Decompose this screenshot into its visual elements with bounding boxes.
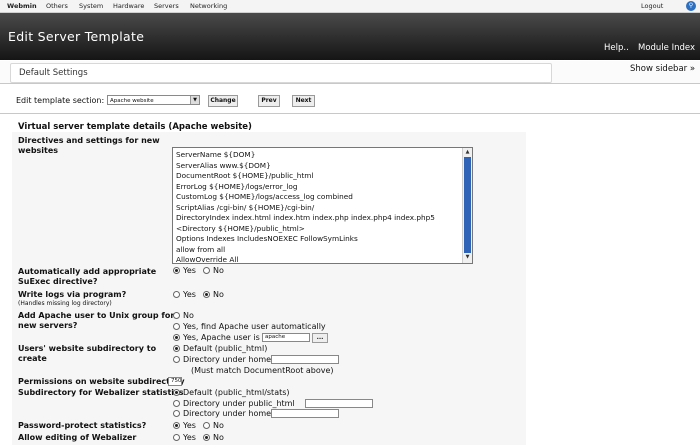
chevron-down-icon: ▼ bbox=[190, 96, 199, 104]
webalizer-subdir-label: Subdirectory for Webalizer statistics bbox=[18, 388, 184, 397]
write-logs-no-label: No bbox=[213, 290, 224, 299]
directive-line: AllowOverride All bbox=[176, 255, 239, 264]
website-subdir-default-label: Default (public_html) bbox=[183, 344, 268, 353]
help-link[interactable]: Help.. bbox=[604, 43, 629, 53]
apache-group-no-radio[interactable] bbox=[173, 312, 180, 319]
scroll-down-icon[interactable]: ▼ bbox=[464, 254, 471, 261]
suexec-no-radio[interactable] bbox=[203, 267, 210, 274]
website-subdir-dir-label: Directory under home bbox=[183, 355, 272, 364]
logout-link[interactable]: Logout bbox=[641, 2, 663, 10]
directive-line: ScriptAlias /cgi-bin/ ${HOME}/cgi-bin/ bbox=[176, 202, 315, 212]
write-logs-no-radio[interactable] bbox=[203, 291, 210, 298]
nav-networking[interactable]: Networking bbox=[190, 2, 227, 10]
suexec-yes-radio[interactable] bbox=[173, 267, 180, 274]
webalizer-edit-no-label: No bbox=[213, 433, 224, 442]
webalizer-home-label: Directory under home bbox=[183, 409, 272, 418]
default-settings-box: Default Settings bbox=[10, 63, 552, 83]
apache-group-user-label: Yes, Apache user is bbox=[183, 333, 260, 342]
show-sidebar-link[interactable]: Show sidebar » bbox=[630, 64, 695, 74]
webalizer-edit-no-radio[interactable] bbox=[203, 434, 210, 441]
prev-button[interactable]: Prev bbox=[258, 95, 280, 107]
suexec-no-label: No bbox=[213, 266, 224, 275]
password-protect-no-radio[interactable] bbox=[203, 422, 210, 429]
directive-line: ServerName ${DOM} bbox=[176, 150, 256, 159]
browse-user-button[interactable]: ... bbox=[312, 333, 328, 343]
website-subdir-label-2: create bbox=[18, 354, 47, 363]
apache-group-user-radio[interactable] bbox=[173, 334, 180, 341]
nav-others[interactable]: Others bbox=[46, 2, 68, 10]
directive-line: ErrorLog ${HOME}/logs/error_log bbox=[176, 181, 298, 191]
directive-line: CustomLog ${HOME}/logs/access_log combin… bbox=[176, 192, 353, 201]
password-protect-yes-label: Yes bbox=[183, 421, 196, 430]
scrollbar-thumb[interactable] bbox=[464, 157, 471, 253]
webalizer-public-radio[interactable] bbox=[173, 400, 180, 407]
permissions-label: Permissions on website subdirectory bbox=[18, 377, 185, 386]
write-logs-label: Write logs via program? bbox=[18, 290, 127, 299]
website-subdir-label-1: Users' website subdirectory to bbox=[18, 344, 157, 353]
directive-line: ServerAlias www.${DOM} bbox=[176, 160, 271, 170]
divider bbox=[0, 113, 700, 114]
next-button[interactable]: Next bbox=[292, 95, 315, 107]
webalizer-default-label: Default (public_html/stats) bbox=[183, 388, 290, 397]
change-button[interactable]: Change bbox=[208, 95, 238, 107]
directives-label-2: websites bbox=[18, 146, 59, 155]
settings-bar: Default Settings Show sidebar » bbox=[0, 61, 700, 84]
apache-group-label-1: Add Apache user to Unix group for bbox=[18, 311, 175, 320]
page-title: Edit Server Template bbox=[8, 29, 145, 44]
section-select[interactable]: Apache website ▼ bbox=[107, 95, 200, 105]
webalizer-home-radio[interactable] bbox=[173, 410, 180, 417]
directives-textarea[interactable]: ServerName ${DOM} ServerAlias www.${DOM}… bbox=[172, 147, 473, 264]
website-subdir-input[interactable] bbox=[271, 355, 339, 364]
directives-label-1: Directives and settings for new bbox=[18, 136, 160, 145]
nav-webmin[interactable]: Webmin bbox=[7, 2, 37, 10]
textarea-scrollbar[interactable]: ▲ ▼ bbox=[462, 148, 472, 263]
apache-group-no-label: No bbox=[183, 311, 194, 320]
webalizer-edit-label: Allow editing of Webalizer bbox=[18, 433, 137, 442]
section-label: Edit template section: bbox=[16, 96, 105, 105]
details-heading: Virtual server template details (Apache … bbox=[18, 122, 252, 132]
directive-line: Options Indexes IncludesNOEXEC FollowSym… bbox=[176, 234, 358, 243]
password-protect-no-label: No bbox=[213, 421, 224, 430]
default-settings-label: Default Settings bbox=[19, 68, 88, 78]
webalizer-public-input[interactable] bbox=[305, 399, 373, 408]
module-index-link[interactable]: Module Index bbox=[638, 43, 695, 53]
directive-line: <Directory ${HOME}/public_html> bbox=[176, 223, 305, 233]
webalizer-edit-yes-label: Yes bbox=[183, 433, 196, 442]
suexec-yes-label: Yes bbox=[183, 266, 196, 275]
webalizer-default-radio[interactable] bbox=[173, 389, 180, 396]
website-subdir-default-radio[interactable] bbox=[173, 345, 180, 352]
nav-servers[interactable]: Servers bbox=[154, 2, 179, 10]
webalizer-public-label: Directory under public_html bbox=[183, 399, 295, 408]
write-logs-sublabel: (Handles missing log directory) bbox=[18, 300, 112, 307]
nav-hardware[interactable]: Hardware bbox=[113, 2, 144, 10]
website-subdir-dir-radio[interactable] bbox=[173, 356, 180, 363]
password-protect-yes-radio[interactable] bbox=[173, 422, 180, 429]
write-logs-yes-radio[interactable] bbox=[173, 291, 180, 298]
nav-system[interactable]: System bbox=[79, 2, 103, 10]
apache-group-label-2: new servers? bbox=[18, 321, 78, 330]
permissions-input[interactable]: 750 bbox=[168, 377, 182, 386]
suexec-label-2: SuExec directive? bbox=[18, 277, 98, 286]
directive-line: DirectoryIndex index.html index.htm inde… bbox=[176, 213, 435, 222]
suexec-label-1: Automatically add appropriate bbox=[18, 267, 157, 276]
webalizer-edit-yes-radio[interactable] bbox=[173, 434, 180, 441]
directive-line: DocumentRoot ${HOME}/public_html bbox=[176, 171, 314, 180]
search-icon[interactable]: ⚲ bbox=[686, 1, 696, 11]
title-bar: Edit Server Template Help.. Module Index bbox=[0, 13, 700, 60]
webalizer-home-input[interactable] bbox=[271, 409, 339, 418]
apache-group-auto-radio[interactable] bbox=[173, 323, 180, 330]
write-logs-yes-label: Yes bbox=[183, 290, 196, 299]
directive-line: allow from all bbox=[176, 244, 226, 254]
apache-group-auto-label: Yes, find Apache user automatically bbox=[183, 322, 326, 331]
scroll-up-icon[interactable]: ▲ bbox=[464, 149, 471, 156]
section-select-value: Apache website bbox=[110, 98, 154, 104]
top-nav-bar: Webmin Others System Hardware Servers Ne… bbox=[0, 0, 700, 13]
apache-user-input[interactable]: apache bbox=[262, 333, 310, 342]
password-protect-label: Password-protect statistics? bbox=[18, 421, 147, 430]
website-subdir-note: (Must match DocumentRoot above) bbox=[191, 366, 334, 375]
